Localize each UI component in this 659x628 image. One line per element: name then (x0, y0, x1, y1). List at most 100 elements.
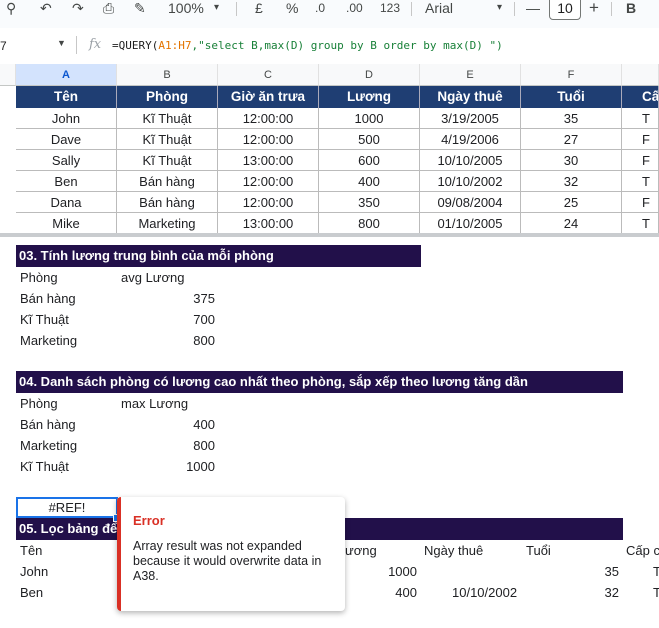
table-cell[interactable]: 30 (521, 150, 622, 171)
undo-icon[interactable]: ↶ (40, 0, 52, 16)
table-cell[interactable]: 10/10/2005 (420, 150, 521, 171)
table-cell[interactable]: F (622, 150, 659, 171)
table-cell[interactable]: T (622, 171, 659, 192)
name-box[interactable]: 7 (0, 39, 7, 53)
table-cell[interactable]: 800 (319, 213, 420, 234)
list-item-value[interactable]: T (653, 582, 659, 603)
list-item-value[interactable]: 700 (117, 309, 215, 330)
table-cell[interactable]: Kĩ Thuật (117, 150, 218, 171)
toolbar-divider (411, 2, 412, 16)
table-cell[interactable]: Kĩ Thuật (117, 108, 218, 129)
zoom-select[interactable]: 100% (168, 0, 204, 16)
list-item[interactable]: Marketing (20, 435, 77, 456)
table-cell[interactable]: 10/10/2002 (420, 171, 521, 192)
list-item-value[interactable]: 800 (117, 435, 215, 456)
ref-error-cell[interactable]: #REF! (16, 497, 118, 518)
chevron-down-icon[interactable]: ▾ (214, 0, 219, 16)
table-cell[interactable]: 13:00:00 (218, 150, 319, 171)
formula-input[interactable]: =QUERY(A1:H7,"select B,max(D) group by B… (112, 39, 503, 52)
table-cell[interactable]: 1000 (319, 108, 420, 129)
table-cell[interactable]: Marketing (117, 213, 218, 234)
column-header-d[interactable]: D (319, 64, 420, 86)
table-cell[interactable]: 12:00:00 (218, 192, 319, 213)
table-cell[interactable]: T (622, 108, 659, 129)
table-cell[interactable]: Sally (16, 150, 117, 171)
list-item-value[interactable]: 1000 (117, 456, 215, 477)
table-cell[interactable]: 12:00:00 (218, 171, 319, 192)
table-cell[interactable]: 25 (521, 192, 622, 213)
table-header: Cấ (622, 86, 659, 108)
table-cell[interactable]: 600 (319, 150, 420, 171)
increase-decimal-button[interactable]: .00 (346, 0, 363, 16)
list-item-value[interactable]: T (653, 561, 659, 582)
list-item[interactable]: Ben (20, 582, 43, 603)
column-header-b[interactable]: B (117, 64, 218, 86)
section-05-col-tuoi: Tuổi (526, 543, 551, 558)
table-cell[interactable]: Mike (16, 213, 117, 234)
column-header-c[interactable]: C (218, 64, 319, 86)
font-size-decrease-button[interactable]: — (526, 0, 540, 16)
list-item-value[interactable]: 800 (117, 330, 215, 351)
list-item-value[interactable]: 35 (521, 561, 619, 582)
column-header-a[interactable]: A (16, 64, 117, 86)
table-cell[interactable]: 500 (319, 129, 420, 150)
bold-button[interactable]: B (626, 0, 636, 16)
table-cell[interactable]: Ben (16, 171, 117, 192)
table-cell[interactable]: 35 (521, 108, 622, 129)
table-cell[interactable]: Dave (16, 129, 117, 150)
chevron-down-icon[interactable]: ▼ (57, 38, 66, 48)
percent-format-button[interactable]: % (286, 0, 298, 16)
redo-icon[interactable]: ↷ (72, 0, 84, 16)
table-cell[interactable]: Bán hàng (117, 192, 218, 213)
chevron-down-icon[interactable]: ▾ (497, 0, 502, 16)
list-item-value[interactable]: 400 (117, 414, 215, 435)
table-cell[interactable]: 13:00:00 (218, 213, 319, 234)
list-item[interactable]: Bán hàng (20, 414, 76, 435)
table-cell[interactable]: 3/19/2005 (420, 108, 521, 129)
table-cell[interactable]: F (622, 192, 659, 213)
table-cell[interactable]: 12:00:00 (218, 108, 319, 129)
list-item-value[interactable]: 10/10/2002 (452, 582, 517, 603)
table-cell[interactable]: T (622, 213, 659, 234)
table-cell[interactable]: 27 (521, 129, 622, 150)
table-cell[interactable]: 4/19/2006 (420, 129, 521, 150)
error-title: Error (133, 513, 165, 528)
table-cell[interactable]: 350 (319, 192, 420, 213)
error-message: Array result was not expanded because it… (133, 539, 322, 583)
decrease-decimal-button[interactable]: .0 (315, 0, 325, 16)
list-item-value[interactable]: 375 (117, 288, 215, 309)
print-icon[interactable]: ⎙ (103, 0, 114, 16)
section-03-col-avg: avg Lương (121, 270, 185, 285)
search-icon[interactable]: ⚲ (6, 0, 16, 16)
employee-table: Tên Phòng Giờ ăn trưa Lương Ngày thuê Tu… (16, 86, 659, 234)
list-item-value[interactable]: 32 (521, 582, 619, 603)
toolbar-divider (236, 2, 237, 16)
list-item[interactable]: Kĩ Thuật (20, 309, 69, 330)
font-size-input[interactable]: 10 (549, 0, 581, 20)
column-header-f[interactable]: F (521, 64, 622, 86)
table-cell[interactable]: F (622, 129, 659, 150)
table-cell[interactable]: 32 (521, 171, 622, 192)
table-cell[interactable]: 400 (319, 171, 420, 192)
list-item[interactable]: Marketing (20, 330, 77, 351)
table-cell[interactable]: Bán hàng (117, 171, 218, 192)
currency-format-button[interactable]: £ (255, 0, 263, 16)
list-item[interactable]: Kĩ Thuật (20, 456, 69, 477)
font-size-increase-button[interactable]: + (589, 0, 599, 16)
corner-cell[interactable] (0, 64, 16, 86)
column-header-e[interactable]: E (420, 64, 521, 86)
table-cell[interactable]: 09/08/2004 (420, 192, 521, 213)
table-cell[interactable]: Kĩ Thuật (117, 129, 218, 150)
table-cell[interactable]: John (16, 108, 117, 129)
table-cell[interactable]: 12:00:00 (218, 129, 319, 150)
column-header-g[interactable] (622, 64, 659, 86)
table-cell[interactable]: 01/10/2005 (420, 213, 521, 234)
table-cell[interactable]: 24 (521, 213, 622, 234)
list-item[interactable]: John (20, 561, 48, 582)
number-format-button[interactable]: 123 (380, 0, 400, 16)
paint-format-icon[interactable]: ✎ (134, 0, 146, 16)
frozen-rows-divider[interactable] (0, 233, 659, 237)
font-select[interactable]: Arial (425, 0, 453, 16)
table-cell[interactable]: Dana (16, 192, 117, 213)
list-item[interactable]: Bán hàng (20, 288, 76, 309)
